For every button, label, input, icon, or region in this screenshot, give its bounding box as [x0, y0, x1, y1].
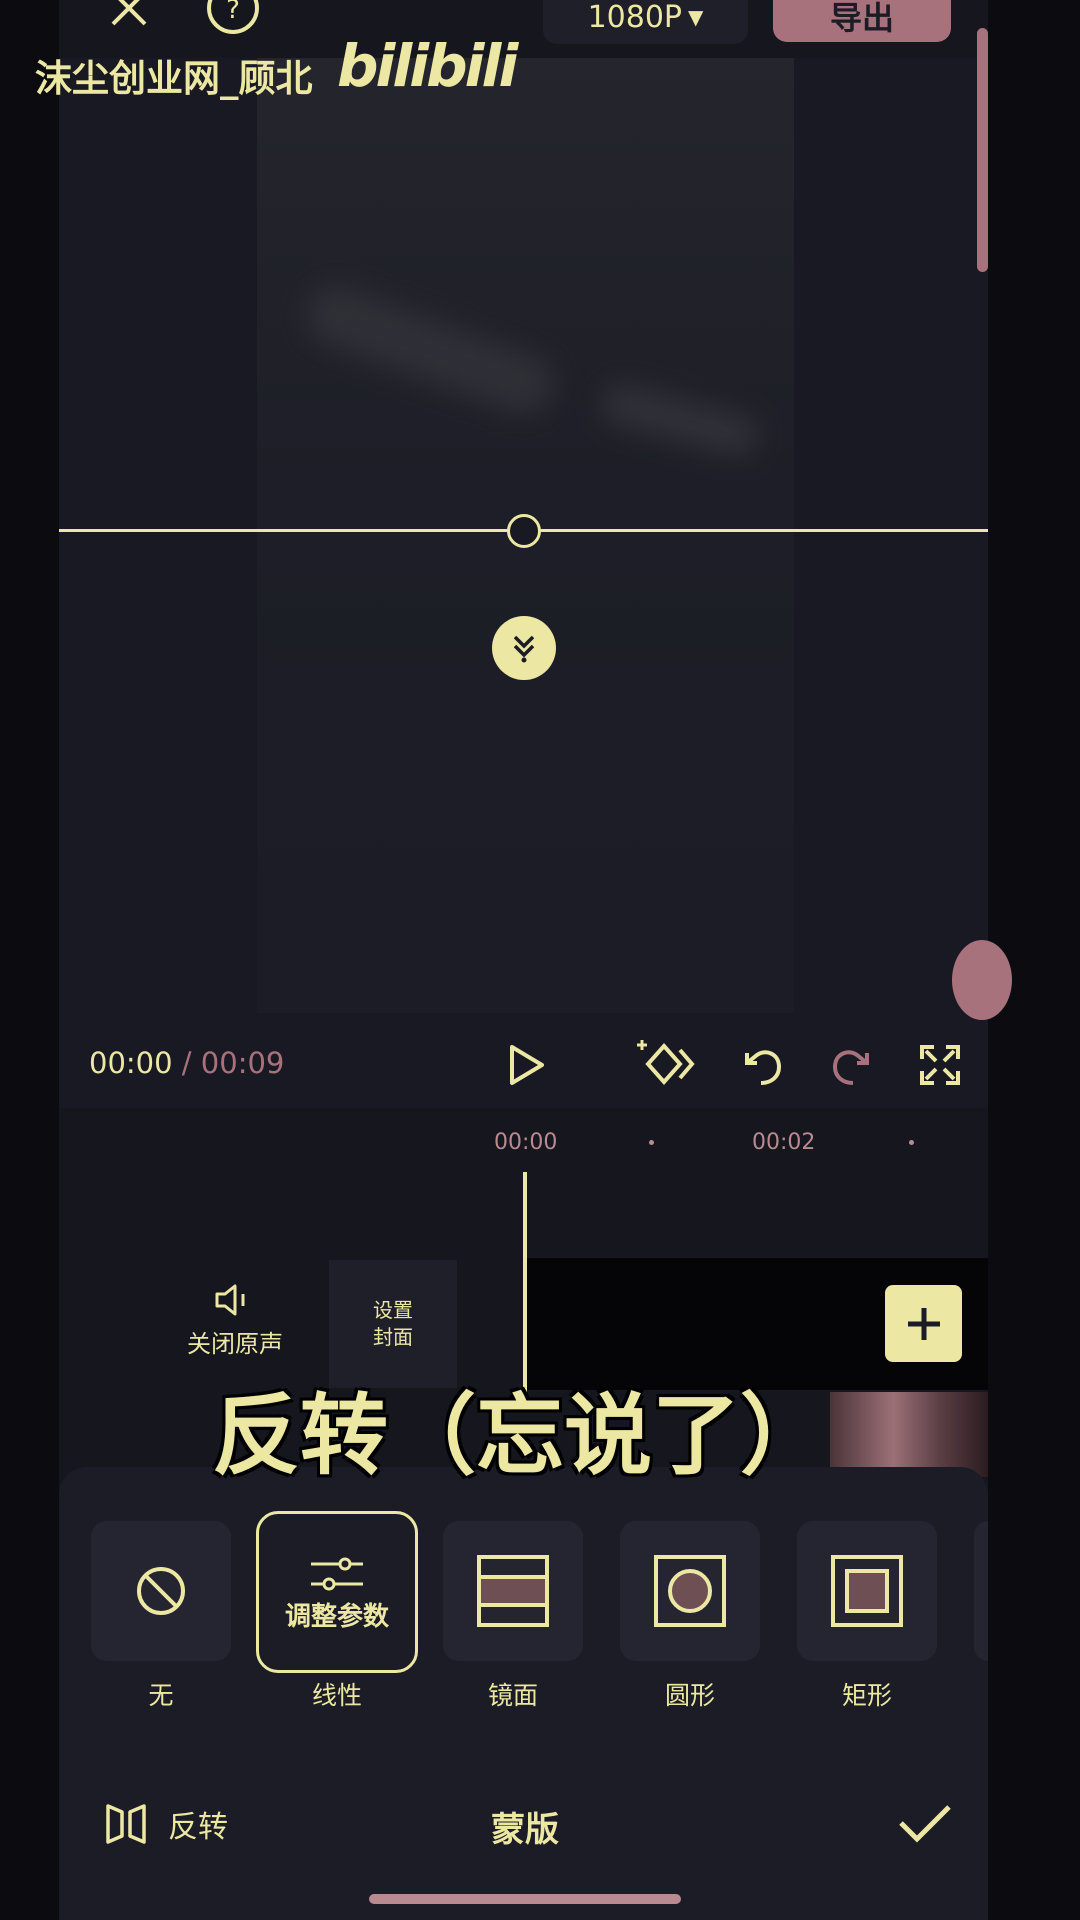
adjust-params-label: 调整参数 [284, 1601, 389, 1632]
rectangle-icon [831, 1555, 903, 1627]
time-separator: / [172, 1046, 201, 1080]
bilibili-logo: bilibili [337, 32, 518, 100]
svg-text:?: ? [226, 0, 240, 25]
adjust-params-icon [311, 1557, 363, 1590]
mask-option-label: 圆形 [664, 1681, 715, 1710]
undo-icon[interactable] [738, 1040, 788, 1090]
mask-option-none[interactable] [91, 1521, 231, 1661]
speaker-icon [175, 1280, 295, 1324]
mask-option-label: 镜面 [487, 1681, 538, 1710]
mask-option-mirror[interactable] [443, 1521, 583, 1661]
mute-label: 关闭原声 [187, 1330, 283, 1358]
feather-handle[interactable] [492, 616, 556, 680]
cover-label-line1: 设置 [373, 1298, 413, 1322]
mask-option-label: 线性 [311, 1681, 362, 1710]
chevron-double-down-icon [513, 635, 535, 663]
home-indicator [369, 1894, 681, 1904]
current-time: 00:00 [89, 1046, 173, 1080]
mask-option-rectangle[interactable] [797, 1521, 937, 1661]
none-icon [137, 1567, 185, 1615]
cover-label-line2: 封面 [373, 1325, 413, 1349]
fullscreen-icon[interactable] [915, 1040, 965, 1090]
mute-original-button[interactable]: 关闭原声 [175, 1280, 295, 1359]
resolution-label: 1080P [587, 0, 683, 35]
left-letterbox [0, 0, 59, 1920]
floating-ball[interactable] [952, 940, 1012, 1020]
mask-option-more[interactable] [974, 1521, 988, 1661]
chevron-down-icon: ▼ [688, 5, 704, 29]
mask-option-label: 矩形 [841, 1681, 892, 1710]
timeline-tick: 00:00 [494, 1130, 558, 1155]
redo-icon[interactable] [826, 1040, 876, 1090]
export-button[interactable]: 导出 [773, 0, 951, 42]
keyframe-icon[interactable] [636, 1036, 696, 1092]
playhead[interactable] [523, 1172, 527, 1392]
watermark-text: 沫尘创业网_顾北 [35, 57, 313, 100]
confirm-check-icon[interactable] [895, 1795, 955, 1851]
mirror-icon [477, 1555, 549, 1627]
mask-option-label: 无 [148, 1681, 174, 1710]
subtitle-caption: 反转（忘说了） [212, 1384, 829, 1487]
clip-thumbnail[interactable] [830, 1392, 988, 1477]
timeline-dot [909, 1140, 914, 1145]
timeline-tick: 00:02 [752, 1130, 816, 1155]
resolution-select[interactable]: 1080P ▼ [543, 0, 748, 44]
play-icon[interactable] [501, 1040, 551, 1090]
time-display: 00:00 / 00:09 [89, 1046, 284, 1080]
circle-icon [654, 1555, 726, 1627]
add-clip-button[interactable] [885, 1285, 962, 1362]
mask-option-linear[interactable]: 调整参数 [256, 1511, 418, 1673]
scroll-indicator [977, 28, 988, 272]
help-icon[interactable]: ? [205, 0, 261, 36]
panel-title: 蒙版 [491, 1810, 559, 1850]
timeline-dot [649, 1140, 654, 1145]
mask-option-circle[interactable] [620, 1521, 760, 1661]
close-icon[interactable] [105, 0, 153, 36]
plus-icon [907, 1307, 940, 1340]
mask-rotate-handle[interactable] [507, 514, 541, 548]
total-time: 00:09 [200, 1046, 285, 1080]
